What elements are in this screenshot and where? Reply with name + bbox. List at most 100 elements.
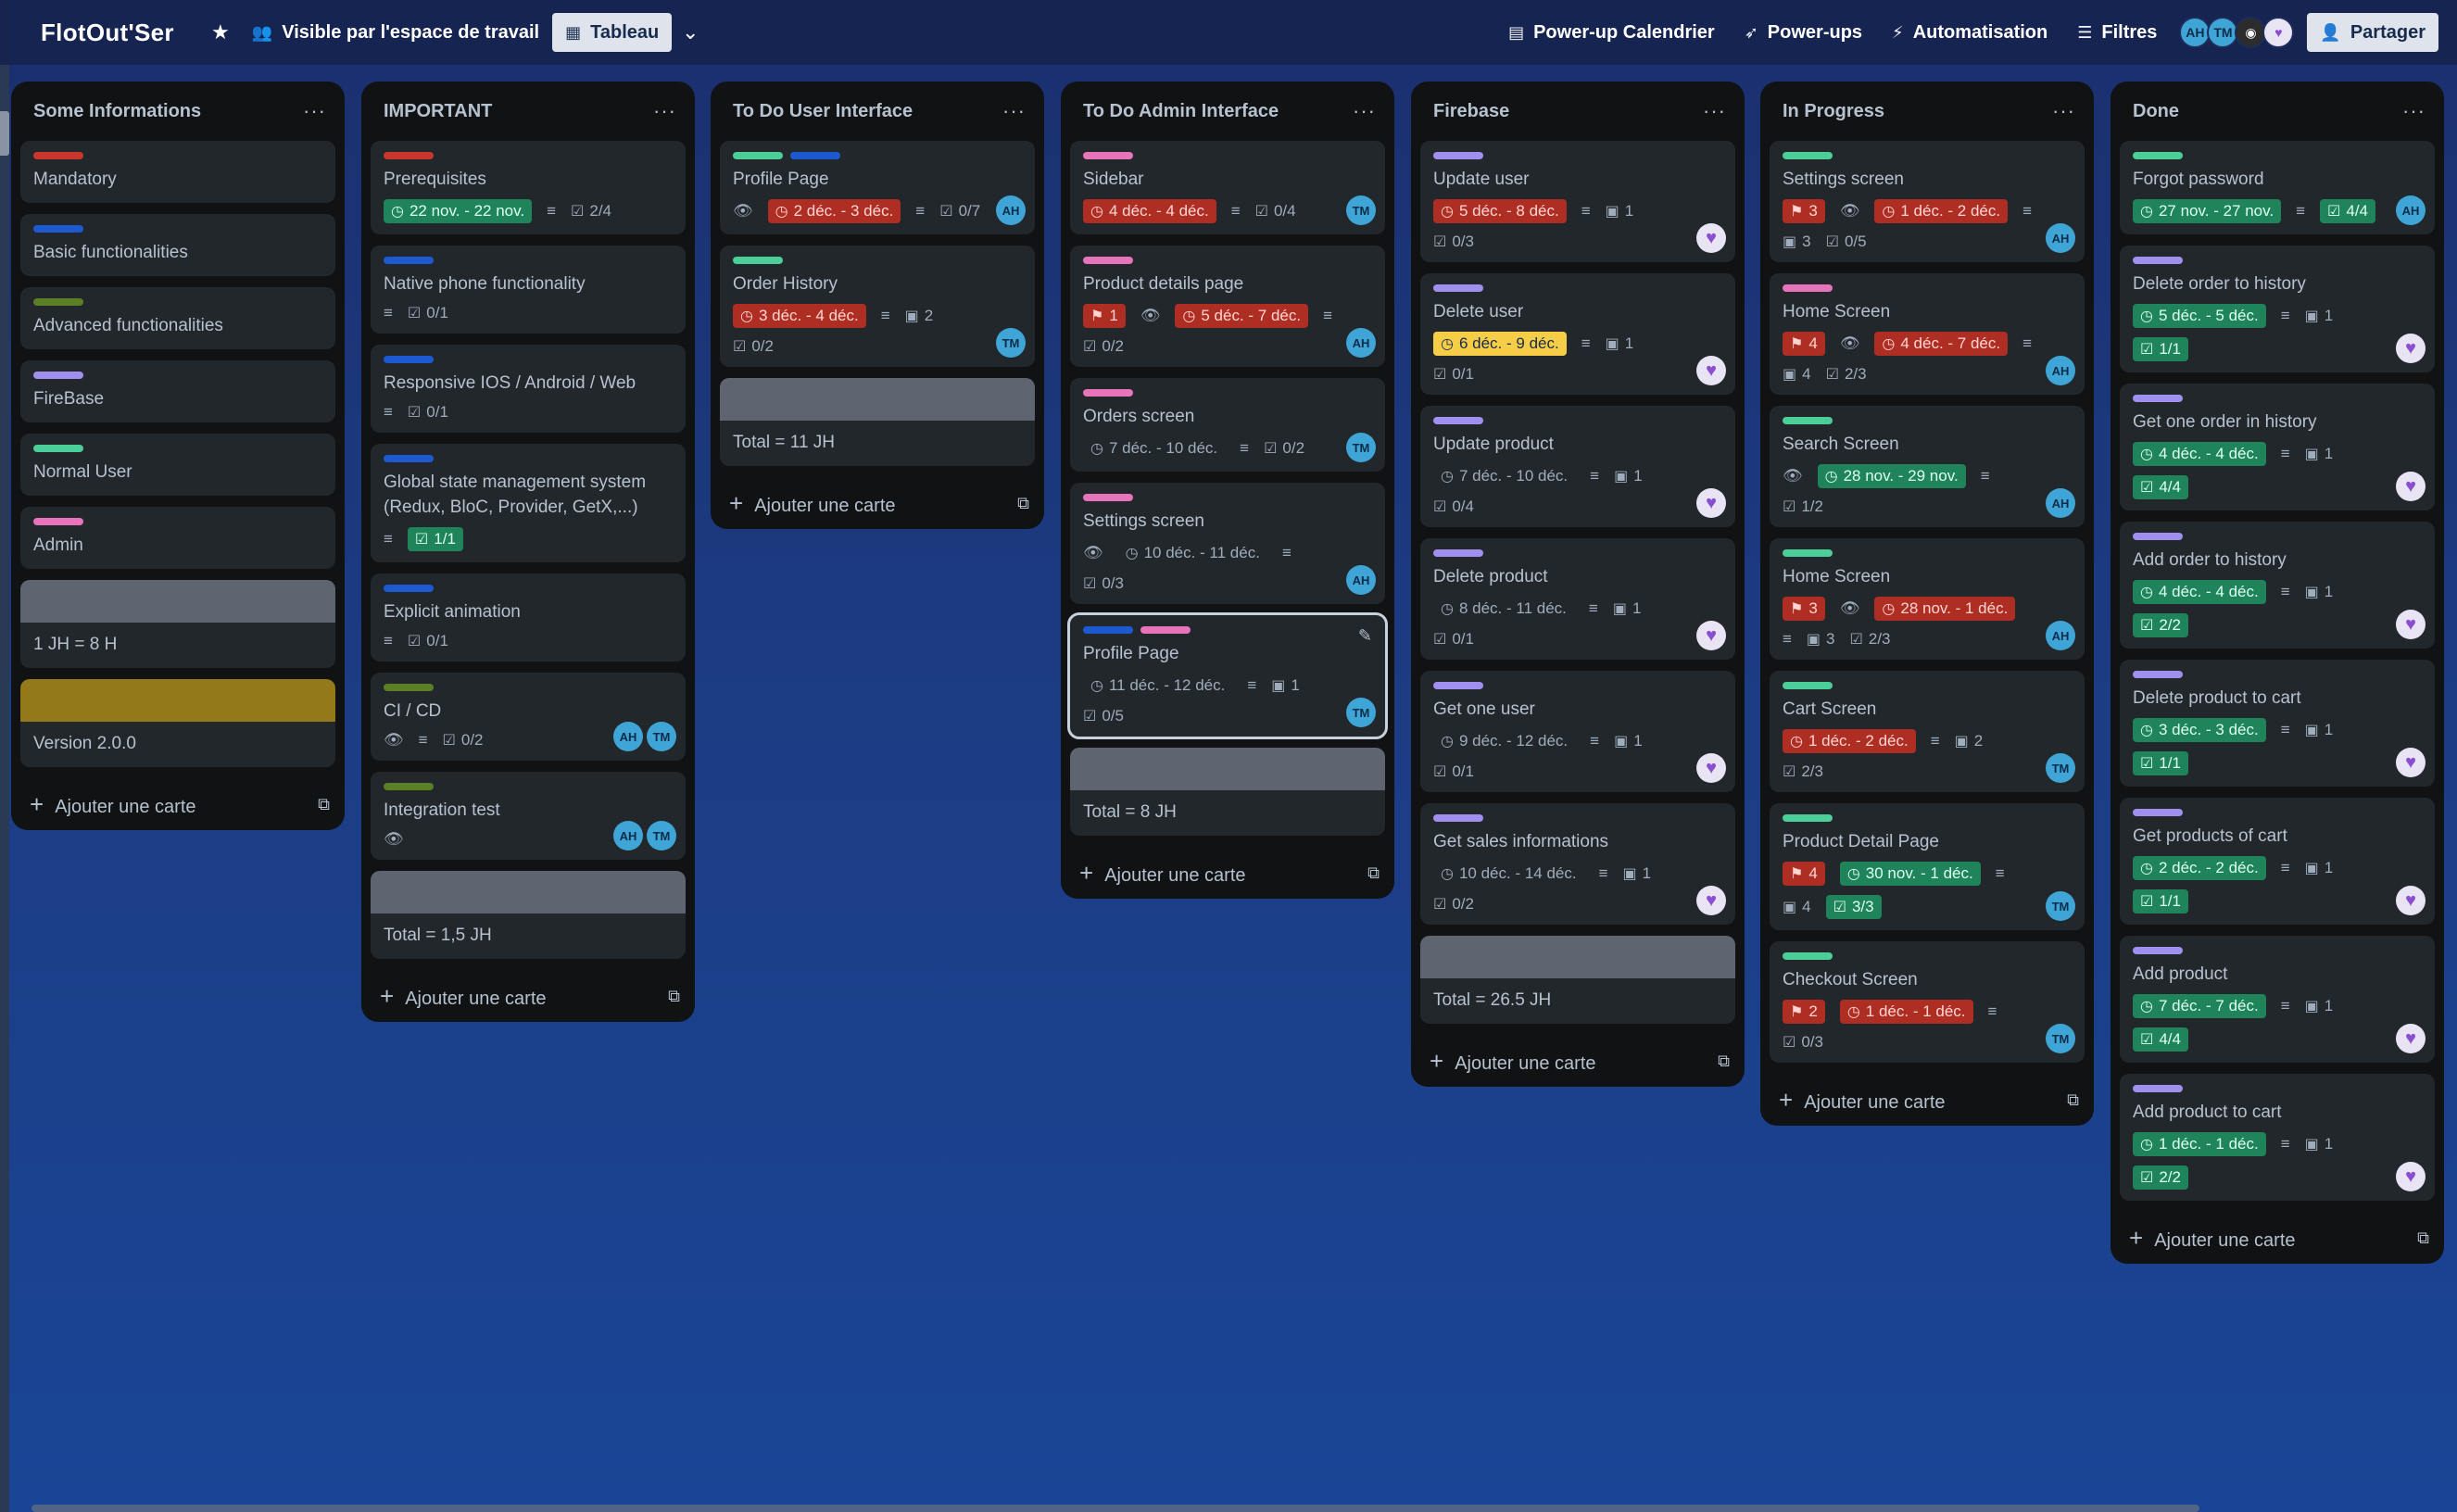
label-chip[interactable] [33,372,83,379]
card[interactable]: Get one order in history ◷ 4 déc. - 4 déc.… [2120,384,2435,510]
card[interactable]: Cart Screen ◷ 1 déc. - 2 déc. ≡ ▣ 2 ☑ 2/3 TM [1770,671,2085,792]
card[interactable]: Integration test 👁 AH TM [371,772,686,860]
due-date-badge[interactable]: ◷ 1 déc. - 2 déc. [1783,729,1916,753]
avatar-heart-icon[interactable]: ♥ [1696,488,1726,518]
powerups-button[interactable]: ➶ Power-ups [1732,13,1875,52]
label-chip[interactable] [1783,417,1833,424]
avatar[interactable]: TM [996,328,1026,358]
card[interactable]: Normal User [20,434,335,496]
due-date-badge[interactable]: ◷ 30 nov. - 1 déc. [1839,862,1981,886]
label-chip[interactable] [1083,494,1133,501]
avatar[interactable]: AH [2179,17,2211,48]
label-chip[interactable] [384,356,434,363]
card[interactable]: Profile Page 👁 ◷ 2 déc. - 3 déc. ≡ ☑ 0/7 AH [720,141,1035,234]
card[interactable]: Admin [20,507,335,569]
avatar[interactable]: AH [2046,488,2075,518]
card[interactable]: Order History ◷ 3 déc. - 4 déc. ≡ ▣ 2 ☑ 0/2 TM [720,246,1035,367]
avatar-heart-icon[interactable]: ♥ [2396,1162,2426,1191]
template-icon[interactable]: ⧉ [668,987,680,1006]
more-icon[interactable]: ··· [1703,99,1726,123]
avatar-heart-icon[interactable]: ♥ [2396,334,2426,363]
due-date-badge[interactable]: ◷ 2 déc. - 3 déc. [767,199,901,223]
card[interactable]: Prerequisites ◷ 22 nov. - 22 nov. ≡ ☑ 2/4 [371,141,686,234]
template-icon[interactable]: ⧉ [1017,494,1029,513]
avatar-heart-icon[interactable]: ♥ [1696,356,1726,385]
horizontal-scrollbar[interactable] [32,1505,2199,1512]
avatar[interactable]: TM [1346,433,1376,462]
avatar-heart-icon[interactable]: ♥ [2396,748,2426,777]
card[interactable]: Update user ◷ 5 déc. - 8 déc. ≡ ▣ 1 ☑ 0/3 ♥ [1420,141,1735,262]
label-chip[interactable] [1083,626,1133,634]
due-date-badge[interactable]: ◷ 7 déc. - 7 déc. [2133,994,2266,1018]
due-date-badge[interactable]: ◷ 28 nov. - 29 nov. [1817,464,1966,488]
avatar-photo-icon[interactable]: ◉ [2235,17,2267,48]
more-icon[interactable]: ··· [2052,99,2075,123]
due-date-badge[interactable]: ◷ 5 déc. - 7 déc. [1175,304,1309,328]
avatar[interactable]: TM [647,722,676,751]
due-date-badge[interactable]: ◷ 3 déc. - 3 déc. [2133,718,2266,742]
template-icon[interactable]: ⧉ [1367,863,1380,883]
card[interactable]: Total = 1,5 JH [371,871,686,959]
label-chip[interactable] [1783,952,1833,960]
template-icon[interactable]: ⧉ [2067,1090,2079,1110]
label-chip[interactable] [1433,284,1483,292]
avatar-heart-icon[interactable]: ♥ [2262,17,2295,48]
card[interactable]: Add product to cart ◷ 1 déc. - 1 déc. ≡ ▣ 1 ☑ 2… [2120,1074,2435,1201]
card[interactable]: Forgot password ◷ 27 nov. - 27 nov. ≡ ☑ 4/4 AH [2120,141,2435,234]
label-chip[interactable] [384,783,434,790]
filters-button[interactable]: ☰ Filtres [2064,13,2170,52]
chevron-down-icon[interactable]: ⌄ [672,14,709,51]
label-chip[interactable] [733,152,783,159]
avatar-heart-icon[interactable]: ♥ [1696,753,1726,783]
card[interactable]: Update product ◷ 7 déc. - 10 déc. ≡ ▣ 1 ☑ 0/4 ♥ [1420,406,1735,527]
due-date-badge[interactable]: ◷ 7 déc. - 10 déc. [1433,464,1575,488]
due-date-badge[interactable]: ◷ 10 déc. - 14 déc. [1433,862,1584,886]
due-date-badge[interactable]: ◷ 8 déc. - 11 déc. [1433,597,1574,621]
card[interactable]: Checkout Screen ⚑ 2 ◷ 1 déc. - 1 déc. ≡ ☑ 0/3 TM [1770,941,2085,1063]
more-icon[interactable]: ··· [2402,99,2426,123]
list-title[interactable]: IMPORTANT [384,101,492,122]
sidebar-toggle-handle[interactable] [0,111,9,156]
avatar[interactable]: AH [2046,621,2075,650]
avatar[interactable]: TM [2046,753,2075,783]
label-chip[interactable] [1783,814,1833,822]
label-chip[interactable] [1140,626,1191,634]
due-date-badge[interactable]: ◷ 1 déc. - 2 déc. [1874,199,2009,223]
card[interactable]: ✎ Profile Page ◷ 11 déc. - 12 déc. ≡ ▣ 1 ☑ 0/5 TM [1067,612,1388,739]
more-icon[interactable]: ··· [1353,99,1376,123]
card[interactable]: Get products of cart ◷ 2 déc. - 2 déc. ≡ ▣ 1 ☑… [2120,798,2435,925]
card[interactable]: 1 JH = 8 H [20,580,335,668]
label-chip[interactable] [1783,682,1833,689]
avatar[interactable]: AH [1346,565,1376,595]
avatar[interactable]: TM [1346,195,1376,225]
due-date-badge[interactable]: ◷ 4 déc. - 4 déc. [2133,580,2266,604]
card[interactable]: Total = 26.5 JH [1420,936,1735,1024]
card[interactable]: Mandatory [20,141,335,203]
card[interactable]: Delete user ◷ 6 déc. - 9 déc. ≡ ▣ 1 ☑ 0/1 ♥ [1420,273,1735,395]
avatar-heart-icon[interactable]: ♥ [2396,472,2426,501]
more-icon[interactable]: ··· [653,99,676,123]
star-icon[interactable]: ★ [202,14,239,51]
label-chip[interactable] [33,518,83,525]
list-title[interactable]: To Do User Interface [733,101,913,122]
label-chip[interactable] [2133,947,2183,954]
more-icon[interactable]: ··· [1002,99,1026,123]
due-date-badge[interactable]: ◷ 4 déc. - 4 déc. [1083,199,1216,223]
label-chip[interactable] [384,257,434,264]
list-title[interactable]: Done [2133,101,2179,122]
card[interactable]: Native phone functionality ≡ ☑ 0/1 [371,246,686,334]
card[interactable]: Home Screen ⚑ 4 👁 ◷ 4 déc. - 7 déc. ≡ ▣ 4 ☑ 2/3 AH [1770,273,2085,395]
label-chip[interactable] [2133,671,2183,678]
due-date-badge[interactable]: ◷ 7 déc. - 10 déc. [1083,436,1225,460]
due-date-badge[interactable]: ◷ 9 déc. - 12 déc. [1433,729,1575,753]
label-chip[interactable] [1783,152,1833,159]
label-chip[interactable] [33,298,83,306]
edit-pencil-icon[interactable]: ✎ [1358,626,1372,646]
avatar[interactable]: TM [2046,1024,2075,1053]
label-chip[interactable] [384,585,434,592]
card[interactable]: Delete product to cart ◷ 3 déc. - 3 déc. ≡ ▣… [2120,660,2435,787]
due-date-badge[interactable]: ◷ 1 déc. - 1 déc. [1839,1000,1973,1024]
label-chip[interactable] [33,152,83,159]
card[interactable]: Total = 8 JH [1070,748,1385,836]
label-chip[interactable] [2133,533,2183,540]
